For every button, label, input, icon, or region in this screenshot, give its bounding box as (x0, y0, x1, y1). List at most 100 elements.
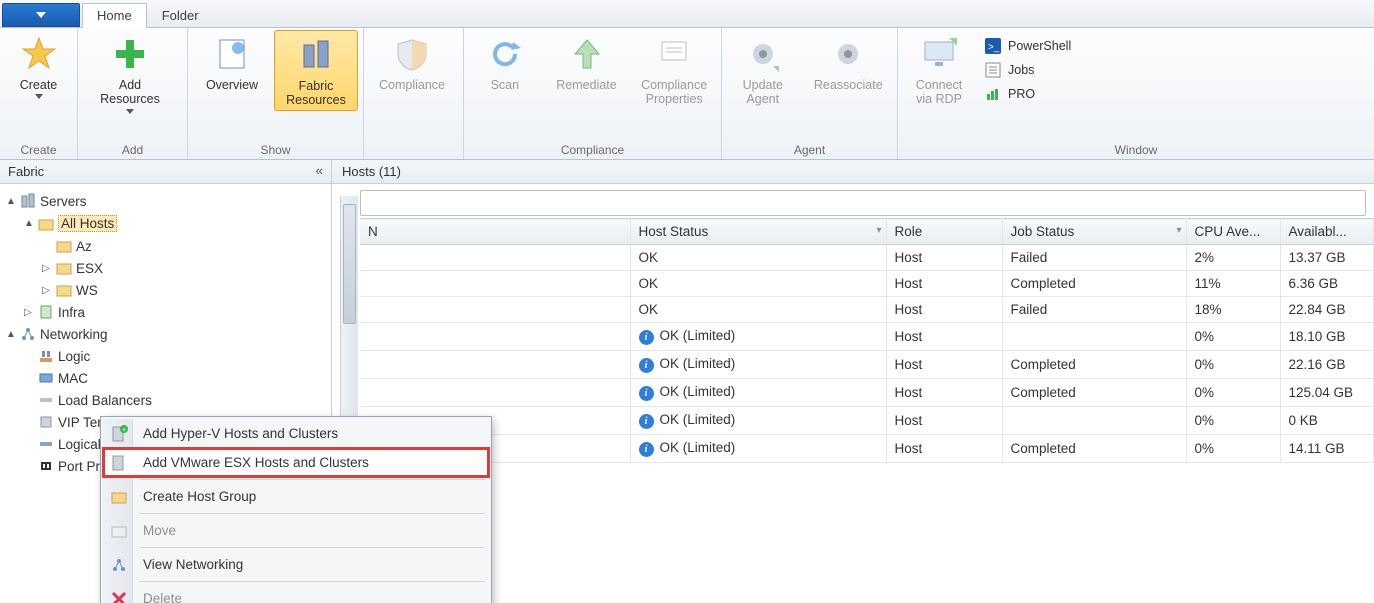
tree-az[interactable]: Az (42, 235, 329, 257)
cell-status: OK (630, 271, 886, 297)
cell-role: Host (886, 379, 1002, 407)
table-row[interactable]: OKHostCompleted11%6.36 GB (360, 271, 1374, 297)
scan-button[interactable]: Scan (466, 30, 544, 109)
tree-esx[interactable]: ▷ESX (42, 257, 329, 279)
folder-icon (38, 216, 54, 232)
overview-label: Overview (206, 78, 258, 92)
cell-avail: 14.11 GB (1280, 435, 1374, 463)
col-cpu[interactable]: CPU Ave... (1186, 219, 1280, 245)
jobs-label: Jobs (1008, 63, 1034, 77)
compliance-properties-button[interactable]: Compliance Properties (629, 30, 719, 109)
tree-all-hosts[interactable]: ▲ All Hosts (24, 212, 329, 235)
load-balancer-icon (38, 392, 54, 408)
gear-icon (828, 34, 868, 74)
cell-name (360, 323, 630, 351)
tree-mac-pools[interactable]: MAC (24, 367, 329, 389)
table-row[interactable]: OKHostFailed18%22.84 GB (360, 297, 1374, 323)
cell-role: Host (886, 435, 1002, 463)
jobs-button[interactable]: Jobs (978, 58, 1077, 82)
nav-title: Fabric (8, 164, 44, 179)
table-row[interactable]: iOK (Limited)Host0%18.10 GB (360, 323, 1374, 351)
tab-home[interactable]: Home (82, 3, 147, 28)
chevron-down-icon (36, 12, 46, 18)
server-icon (109, 453, 129, 473)
cell-role: Host (886, 351, 1002, 379)
cell-cpu: 0% (1186, 351, 1280, 379)
ctx-add-vmware[interactable]: Add VMware ESX Hosts and Clusters (103, 448, 489, 477)
create-label: Create (20, 78, 58, 92)
tree-infrastructure[interactable]: ▷Infra (24, 301, 329, 323)
table-row[interactable]: iOK (Limited)HostCompleted0%125.04 GB (360, 379, 1374, 407)
cell-status: iOK (Limited) (630, 435, 886, 463)
cell-job: Completed (1002, 435, 1186, 463)
tree-load-balancers[interactable]: Load Balancers (24, 389, 329, 411)
cell-role: Host (886, 323, 1002, 351)
col-name[interactable]: N (360, 219, 630, 245)
network-icon (109, 555, 129, 575)
group-add: Add (80, 143, 185, 159)
reassociate-label: Reassociate (814, 78, 883, 92)
col-role[interactable]: Role (886, 219, 1002, 245)
application-menu[interactable] (2, 3, 80, 27)
table-row[interactable]: iOK (Limited)Host0%0 KB (360, 407, 1374, 435)
compliance-button[interactable]: Compliance (366, 30, 458, 94)
ctx-add-hyperv-label: Add Hyper-V Hosts and Clusters (143, 426, 338, 441)
overview-button[interactable]: Overview (190, 30, 274, 111)
fabric-resources-button[interactable]: Fabric Resources (274, 30, 358, 111)
cell-avail: 6.36 GB (1280, 271, 1374, 297)
switch-icon (38, 436, 54, 452)
gear-icon (743, 34, 783, 74)
create-button[interactable]: Create (2, 30, 75, 101)
cell-name (360, 379, 630, 407)
cell-role: Host (886, 297, 1002, 323)
refresh-icon (485, 34, 525, 74)
context-menu: + Add Hyper-V Hosts and Clusters Add VMw… (100, 416, 492, 603)
ctx-add-hyperv[interactable]: + Add Hyper-V Hosts and Clusters (103, 419, 489, 448)
svg-text:+: + (122, 427, 126, 434)
table-row[interactable]: iOK (Limited)HostCompleted0%14.11 GB (360, 435, 1374, 463)
ctx-move[interactable]: Move (103, 516, 489, 545)
cell-job: Completed (1002, 351, 1186, 379)
page-icon (212, 34, 252, 74)
reassociate-button[interactable]: Reassociate (802, 30, 895, 109)
cell-avail: 22.84 GB (1280, 297, 1374, 323)
cell-cpu: 0% (1186, 407, 1280, 435)
filter-icon[interactable]: ▾ (876, 225, 881, 236)
tab-folder[interactable]: Folder (147, 3, 214, 27)
pro-button[interactable]: PRO (978, 82, 1077, 106)
monitor-icon (919, 34, 959, 74)
tree-ws[interactable]: ▷WS (42, 279, 329, 301)
tree-networking[interactable]: ▲ Networking (6, 323, 329, 345)
connect-rdp-label: Connect via RDP (916, 78, 963, 107)
ctx-delete[interactable]: Delete (103, 584, 489, 603)
col-host-status[interactable]: Host Status▾ (630, 219, 886, 245)
filter-icon[interactable]: ▾ (1176, 225, 1181, 236)
tree-logical-networks[interactable]: Logic (24, 345, 329, 367)
group-compliance: Compliance (466, 143, 719, 159)
ctx-view-networking[interactable]: View Networking (103, 550, 489, 579)
pro-label: PRO (1008, 87, 1035, 101)
table-row[interactable]: OKHostFailed2%13.37 GB (360, 245, 1374, 271)
hosts-grid: N Host Status▾ Role Job Status▾ CPU Ave.… (360, 218, 1374, 463)
collapse-nav-button[interactable]: « (315, 164, 323, 179)
cell-cpu: 0% (1186, 435, 1280, 463)
cell-cpu: 18% (1186, 297, 1280, 323)
add-resources-button[interactable]: Add Resources (80, 30, 180, 116)
cell-job: Failed (1002, 297, 1186, 323)
filter-input[interactable] (360, 190, 1366, 216)
tree-servers[interactable]: ▲ Servers (6, 190, 329, 212)
cell-avail: 13.37 GB (1280, 245, 1374, 271)
group-create: Create (2, 143, 75, 159)
table-row[interactable]: iOK (Limited)HostCompleted0%22.16 GB (360, 351, 1374, 379)
chart-icon (984, 85, 1002, 103)
col-job-status[interactable]: Job Status▾ (1002, 219, 1186, 245)
ctx-create-host-group[interactable]: Create Host Group (103, 482, 489, 511)
remediate-button[interactable]: Remediate (544, 30, 630, 109)
col-available[interactable]: Availabl... (1280, 219, 1374, 245)
cell-name (360, 245, 630, 271)
star-icon (19, 34, 59, 74)
connect-rdp-button[interactable]: Connect via RDP (900, 30, 978, 109)
powershell-button[interactable]: >_ PowerShell (978, 34, 1077, 58)
cell-avail: 125.04 GB (1280, 379, 1374, 407)
update-agent-button[interactable]: Update Agent (724, 30, 802, 109)
